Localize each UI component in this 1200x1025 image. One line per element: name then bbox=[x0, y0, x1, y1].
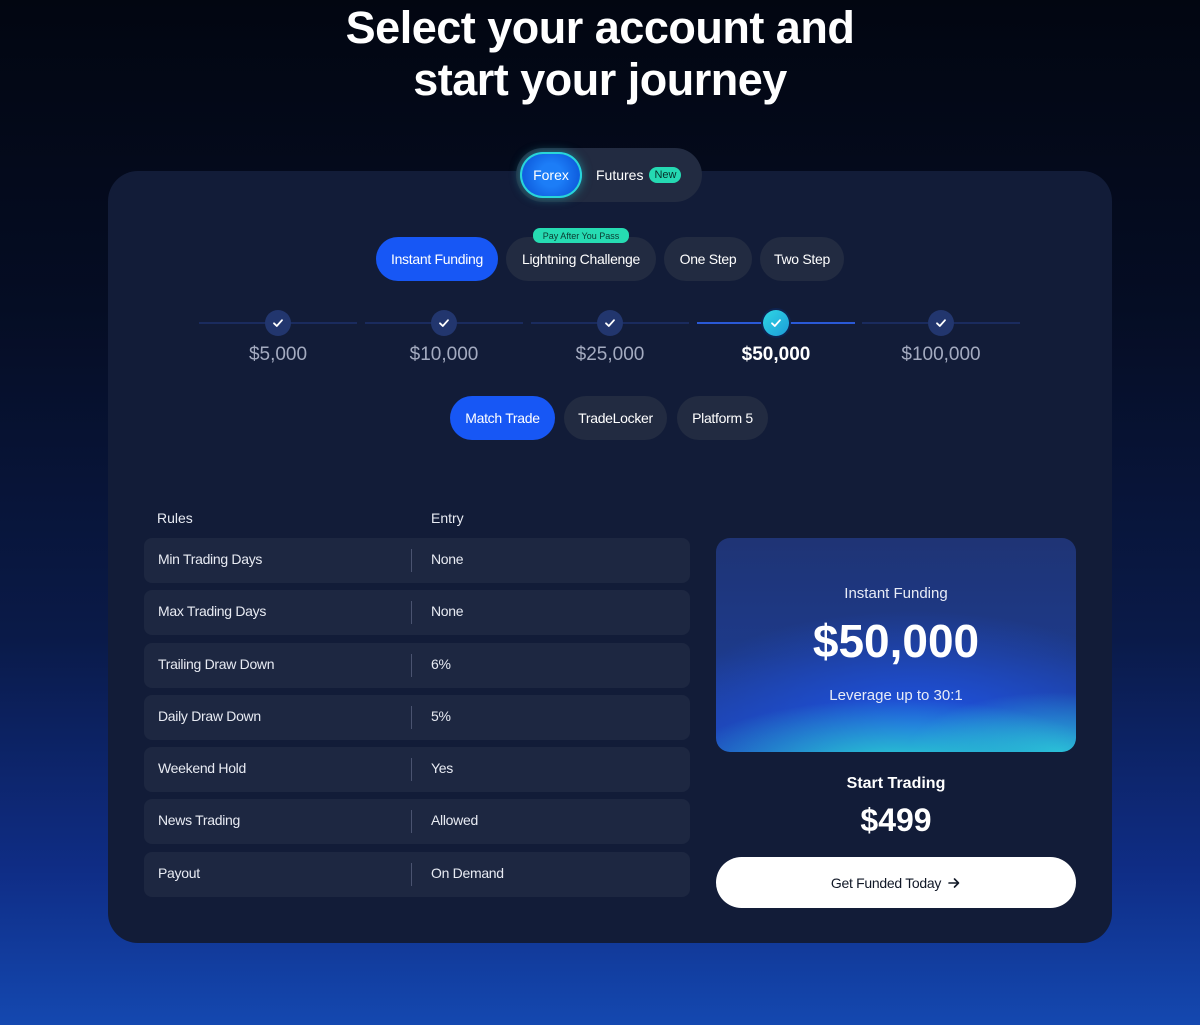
price: $499 bbox=[860, 802, 932, 838]
divider bbox=[411, 601, 412, 624]
check-icon bbox=[431, 310, 457, 336]
divider bbox=[411, 758, 412, 781]
arrow-right-icon bbox=[947, 876, 961, 890]
table-row: News Trading Allowed bbox=[144, 799, 690, 844]
tab-one-step[interactable]: One Step bbox=[664, 237, 752, 281]
get-funded-label: Get Funded Today bbox=[830, 874, 942, 891]
summary-program: Instant Funding bbox=[844, 585, 948, 602]
market-forex-button[interactable]: Forex bbox=[520, 152, 582, 198]
table-row: Payout On Demand bbox=[144, 852, 690, 897]
summary-amount: $50,000 bbox=[812, 615, 980, 667]
account-size-label: $10,000 bbox=[409, 344, 479, 365]
funding-summary-card: Instant Funding $50,000 Leverage up to 3… bbox=[716, 538, 1076, 752]
headline-line-1: Select your account and bbox=[345, 2, 855, 53]
rule-value: Yes bbox=[431, 760, 453, 776]
divider bbox=[411, 549, 412, 572]
account-size-label: $5,000 bbox=[248, 344, 308, 365]
rule-name: Min Trading Days bbox=[158, 551, 263, 567]
rule-value: 5% bbox=[431, 708, 451, 724]
get-funded-button[interactable]: Get Funded Today bbox=[716, 857, 1076, 908]
check-icon bbox=[763, 310, 789, 336]
account-size-label: $25,000 bbox=[575, 344, 645, 365]
start-trading-label: Start Trading bbox=[846, 775, 946, 792]
rule-name: Daily Draw Down bbox=[158, 708, 261, 724]
market-futures-label: Futures bbox=[596, 167, 644, 183]
rule-value: None bbox=[431, 551, 464, 567]
rules-column-header: Rules bbox=[157, 510, 193, 526]
table-row: Trailing Draw Down 6% bbox=[144, 643, 690, 688]
check-icon bbox=[597, 310, 623, 336]
rule-value: 6% bbox=[431, 656, 451, 672]
table-row: Max Trading Days None bbox=[144, 590, 690, 635]
divider bbox=[411, 810, 412, 833]
tab-platform-5[interactable]: Platform 5 bbox=[677, 396, 768, 440]
account-size-5000[interactable]: $5,000 bbox=[199, 306, 357, 376]
table-row: Min Trading Days None bbox=[144, 538, 690, 583]
tab-instant-funding[interactable]: Instant Funding bbox=[376, 237, 498, 281]
account-size-10000[interactable]: $10,000 bbox=[365, 306, 523, 376]
account-size-100000[interactable]: $100,000 bbox=[862, 306, 1020, 376]
rule-value: On Demand bbox=[431, 865, 504, 881]
rule-name: News Trading bbox=[158, 812, 240, 828]
entry-column-header: Entry bbox=[431, 510, 464, 526]
rule-name: Payout bbox=[158, 865, 200, 881]
market-toggle: Forex Futures New bbox=[516, 148, 702, 202]
table-row: Daily Draw Down 5% bbox=[144, 695, 690, 740]
account-size-50000[interactable]: $50,000 bbox=[697, 306, 855, 376]
divider bbox=[411, 863, 412, 886]
table-row: Weekend Hold Yes bbox=[144, 747, 690, 792]
page-headline: Select your account and start your journ… bbox=[0, 2, 1200, 106]
headline-line-2: start your journey bbox=[413, 54, 787, 105]
rule-name: Weekend Hold bbox=[158, 760, 246, 776]
summary-leverage: Leverage up to 30:1 bbox=[829, 687, 963, 704]
check-icon bbox=[265, 310, 291, 336]
new-badge: New bbox=[649, 167, 682, 183]
divider bbox=[411, 654, 412, 677]
tab-two-step[interactable]: Two Step bbox=[760, 237, 844, 281]
pay-after-you-pass-badge: Pay After You Pass bbox=[533, 228, 629, 243]
check-icon bbox=[928, 310, 954, 336]
tab-tradelocker[interactable]: TradeLocker bbox=[564, 396, 667, 440]
account-size-25000[interactable]: $25,000 bbox=[531, 306, 689, 376]
divider bbox=[411, 706, 412, 729]
account-size-label: $100,000 bbox=[901, 344, 981, 365]
account-size-label: $50,000 bbox=[741, 344, 811, 365]
rule-value: Allowed bbox=[431, 812, 478, 828]
rule-value: None bbox=[431, 603, 464, 619]
tab-lightning-challenge[interactable]: Lightning Challenge bbox=[506, 237, 656, 281]
market-futures-button[interactable]: Futures New bbox=[596, 163, 682, 187]
rule-name: Max Trading Days bbox=[158, 603, 267, 619]
tab-match-trade[interactable]: Match Trade bbox=[450, 396, 555, 440]
rule-name: Trailing Draw Down bbox=[158, 656, 275, 672]
